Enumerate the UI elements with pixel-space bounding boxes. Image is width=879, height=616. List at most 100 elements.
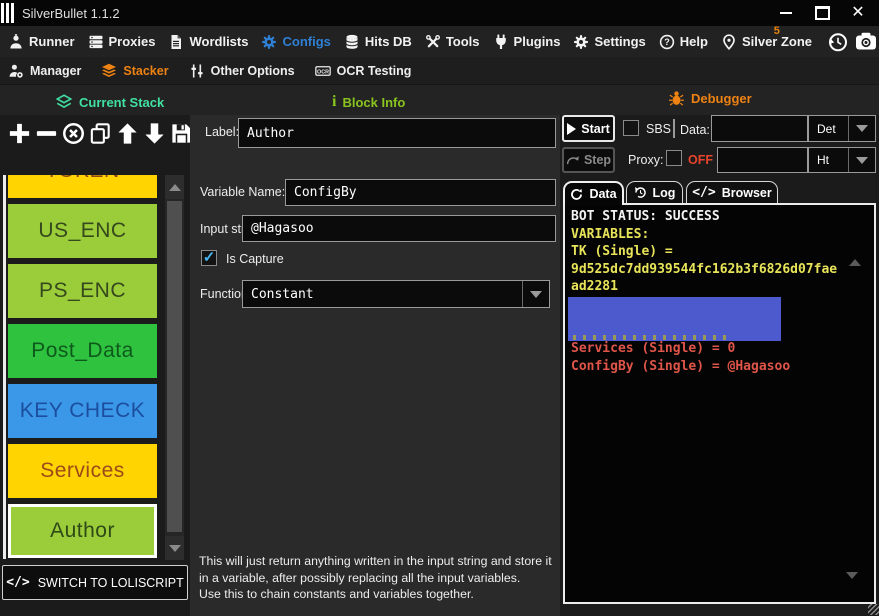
plug-icon (493, 34, 509, 50)
block-token[interactable]: TOKEN (8, 175, 157, 198)
data-input[interactable] (711, 115, 808, 142)
plus-icon (7, 121, 32, 146)
menu-item-help[interactable]: ? Help (659, 34, 708, 50)
block-post-data[interactable]: Post_Data (8, 324, 157, 378)
proxy-checkbox[interactable] (666, 150, 682, 166)
minimize-icon (780, 12, 792, 14)
debug-console[interactable]: BOT STATUS: SUCCESS VARIABLES: TK (Singl… (563, 203, 876, 604)
app-window: SilverBullet 1.1.2 ✕ Runner Proxies Word… (0, 0, 879, 616)
switch-to-loliscript-button[interactable]: </> SWITCH TO LOLISCRIPT (2, 565, 188, 600)
variable-name-input[interactable] (285, 179, 556, 206)
console-line: ConfigBy (Single) = @Hagasoo (571, 358, 874, 376)
code-icon: </> (6, 575, 29, 590)
sbs-checkbox[interactable] (623, 120, 639, 136)
circle-x-icon (61, 121, 86, 146)
data-type-select[interactable]: Det (808, 115, 876, 142)
manager-icon (8, 63, 24, 79)
close-icon: ✕ (851, 5, 864, 21)
sliders-icon (189, 63, 205, 79)
console-line: 9d525dc7dd939544fc162b3f6826d07fae (571, 261, 874, 279)
sbs-caption: SBS (646, 122, 671, 136)
menu-item-settings[interactable]: Settings (573, 34, 645, 50)
stack-panel: TOKEN US_ENC PS_ENC Post_Data KEY CHECK … (0, 115, 190, 616)
move-up-button[interactable] (114, 118, 140, 148)
chevron-down-icon (849, 148, 875, 172)
copy-icon (88, 121, 113, 146)
svg-text:OCR: OCR (317, 69, 329, 75)
bug-icon (668, 90, 685, 107)
block-author[interactable]: Author (8, 504, 157, 558)
block-info-panel: Label: Variable Name: Input string: ✓ Is… (190, 115, 560, 616)
runner-icon (8, 34, 24, 50)
function-select[interactable]: Constant (242, 280, 550, 308)
console-line: Services (Single) = 0 (571, 340, 874, 358)
scroll-down-button[interactable] (165, 536, 184, 560)
console-line: BOT STATUS: SUCCESS (571, 208, 874, 226)
scrollbar-thumb[interactable] (167, 201, 182, 532)
menu-item-hits-db[interactable]: Hits DB (344, 34, 412, 50)
proxy-type-select[interactable]: Ht (808, 147, 876, 173)
app-logo-icon (1, 3, 14, 23)
screenshot-button[interactable] (854, 30, 878, 54)
close-button[interactable]: ✕ (847, 3, 869, 23)
menu-item-proxies[interactable]: Proxies (88, 34, 156, 50)
history-icon (634, 186, 647, 199)
menu-item-tools[interactable]: Tools (425, 34, 480, 50)
menu-item-wordlists[interactable]: Wordlists (168, 34, 248, 50)
block-list-scrollbar[interactable] (165, 175, 184, 560)
proxy-input[interactable] (717, 147, 808, 173)
submenu-item-ocr-testing[interactable]: OCR OCR Testing (315, 63, 412, 79)
minimize-button[interactable] (775, 3, 797, 23)
arrow-down-icon (142, 121, 167, 146)
ocr-icon: OCR (315, 63, 331, 79)
stack-layers-icon (101, 63, 117, 79)
divider (673, 119, 675, 138)
menu-item-configs[interactable]: Configs (261, 34, 330, 50)
clear-blocks-button[interactable] (60, 118, 86, 148)
history-button[interactable] (825, 30, 849, 54)
block-services[interactable]: Services (8, 444, 157, 498)
block-key-check[interactable]: KEY CHECK (8, 384, 157, 438)
minus-icon (34, 121, 59, 146)
start-button[interactable]: Start (562, 115, 615, 142)
debugger-panel: Start SBS Data: Det Step Proxy: OFF Ht D… (560, 115, 879, 616)
submenu-item-other-options[interactable]: Other Options (189, 63, 295, 79)
title-bar: SilverBullet 1.1.2 ✕ (0, 0, 879, 26)
label-input[interactable] (238, 118, 556, 148)
tab-data[interactable]: Data (563, 181, 624, 205)
add-block-button[interactable] (6, 118, 32, 148)
input-string-input[interactable] (242, 215, 556, 242)
console-scroll-up[interactable] (849, 242, 861, 260)
remove-block-button[interactable] (33, 118, 59, 148)
console-line: ad2281 (571, 278, 874, 296)
variable-name-caption: Variable Name: (200, 185, 285, 199)
block-info-header: i Block Info (332, 94, 405, 110)
duplicate-block-button[interactable] (87, 118, 113, 148)
menu-item-runner[interactable]: Runner (8, 34, 75, 50)
current-stack-header: Current Stack (55, 94, 164, 110)
is-capture-checkbox[interactable]: ✓ (201, 250, 217, 266)
block-ps-enc[interactable]: PS_ENC (8, 264, 157, 318)
scroll-up-button[interactable] (165, 175, 184, 199)
help-icon: ? (659, 34, 675, 50)
tab-browser[interactable]: </> Browser (686, 181, 778, 203)
resize-grip[interactable] (868, 604, 879, 615)
submenu-item-manager[interactable]: Manager (8, 63, 81, 79)
map-pin-icon (721, 34, 737, 50)
block-list: TOKEN US_ENC PS_ENC Post_Data KEY CHECK … (3, 175, 161, 559)
proxy-state: OFF (688, 153, 713, 167)
is-capture-caption: Is Capture (226, 252, 284, 266)
maximize-button[interactable] (811, 3, 833, 23)
submenu-item-stacker[interactable]: Stacker (101, 63, 168, 79)
block-us-enc[interactable]: US_ENC (8, 204, 157, 258)
tab-log[interactable]: Log (626, 181, 683, 203)
move-down-button[interactable] (141, 118, 167, 148)
menu-item-silver-zone[interactable]: 5 Silver Zone (721, 34, 812, 50)
tools-icon (425, 34, 441, 50)
step-button[interactable]: Step (562, 147, 615, 173)
refresh-icon (570, 188, 583, 201)
menu-item-plugins[interactable]: Plugins (493, 34, 561, 50)
console-scroll-down[interactable] (846, 579, 858, 597)
database-icon (344, 34, 360, 50)
chevron-down-icon (523, 281, 549, 307)
